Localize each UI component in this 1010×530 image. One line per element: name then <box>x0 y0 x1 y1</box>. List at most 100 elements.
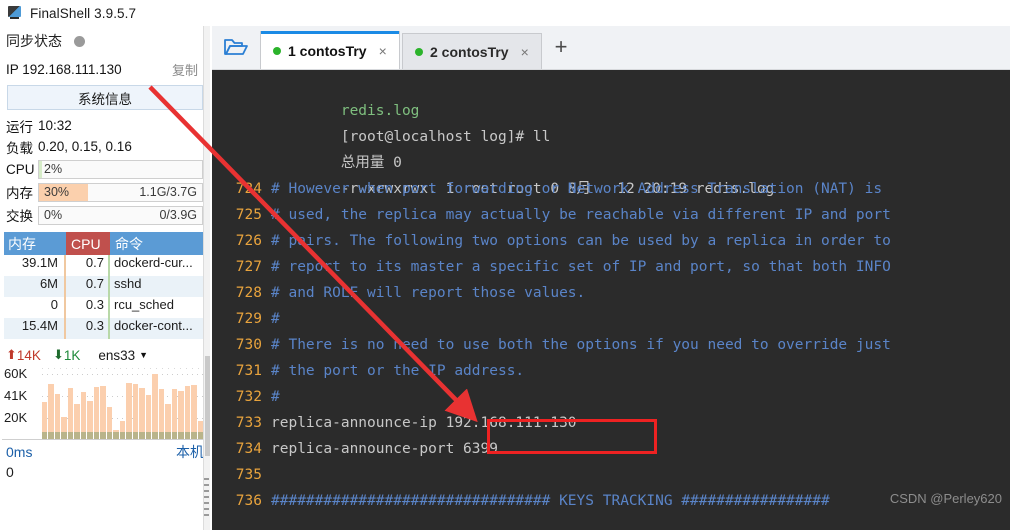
line-number: 733 <box>235 415 262 431</box>
download-arrow-icon: ⬇ <box>52 347 64 362</box>
terminal-line: 726 # pairs. The following two options ca… <box>212 228 1010 254</box>
terminal-line: 724 # However when port forwarding or Net… <box>212 176 1010 202</box>
network-bar <box>54 394 61 439</box>
copy-button[interactable]: 复制 <box>172 60 204 79</box>
close-icon[interactable]: × <box>379 43 387 59</box>
terminal-text: ################################ KEYS TR… <box>271 493 830 509</box>
column-header-cpu[interactable]: CPU <box>66 232 110 255</box>
tab-1-contostry[interactable]: 1 contosTry × <box>260 31 400 69</box>
network-bar <box>42 402 48 439</box>
terminal-line: 727 # report to its master a specific set… <box>212 254 1010 280</box>
line-number: 724 <box>235 181 262 197</box>
network-bar <box>191 385 197 439</box>
terminal-text: 总用量 0 <box>340 155 402 171</box>
cell-memory: 6M <box>4 276 66 297</box>
network-bar <box>48 383 54 439</box>
cell-command: docker-cont... <box>114 318 193 333</box>
uptime-value: 10:32 <box>38 118 72 133</box>
swap-meter-label: 交换 <box>6 209 33 224</box>
new-tab-button[interactable]: + <box>544 29 578 69</box>
terminal-output[interactable]: redis.log [root@localhost log]# ll 总用量 0… <box>212 70 1010 530</box>
load-label: 负载 <box>6 140 33 156</box>
terminal-text: [root@localhost log]# ll <box>340 129 551 145</box>
network-traffic-chart: 60K 41K 20K <box>2 366 204 440</box>
terminal-line: 725 # used, the replica may actually be r… <box>212 202 1010 228</box>
terminal-text: # pairs. The following two options can b… <box>271 233 891 249</box>
line-number: 726 <box>235 233 262 249</box>
network-bar <box>165 403 171 439</box>
cell-cpu: 0.3 <box>66 318 110 339</box>
ytick-60k: 60K <box>4 366 28 381</box>
terminal-line: 732 # <box>212 384 1010 410</box>
chevron-down-icon[interactable]: ▼ <box>139 350 148 360</box>
terminal-line: 728 # and ROLE will report those values. <box>212 280 1010 306</box>
memory-meter-detail: 1.1G/3.7G <box>139 184 197 199</box>
line-number: 728 <box>235 285 262 301</box>
terminal-text: # the port or the IP address. <box>271 363 525 379</box>
line-number: 732 <box>235 389 262 405</box>
folder-open-icon[interactable] <box>212 25 260 69</box>
network-bar <box>158 389 165 439</box>
network-bar <box>87 400 93 439</box>
download-rate: 1K <box>63 347 81 363</box>
table-row[interactable]: 0 0.3 rcu_sched <box>4 297 206 318</box>
cell-command: rcu_sched <box>114 297 174 312</box>
network-bar <box>132 384 139 439</box>
load-value: 0.20, 0.15, 0.16 <box>38 139 132 154</box>
process-table: 内存 CPU 命令 39.1M 0.7 dockerd-cur... 6M 0.… <box>4 232 206 339</box>
monitor-icon <box>8 6 23 20</box>
sidebar-scrollbar[interactable] <box>203 26 210 530</box>
table-row[interactable]: 15.4M 0.3 docker-cont... <box>4 318 206 339</box>
cpu-meter-label: CPU <box>6 161 35 177</box>
status-dot-icon <box>74 35 85 47</box>
terminal-line: 735 <box>212 462 1010 488</box>
upload-arrow-icon: ⬆ <box>6 347 17 362</box>
sidebar-scrollbar-thumb[interactable] <box>205 356 210 456</box>
network-bar <box>126 382 132 439</box>
swap-meter-percent: 0% <box>44 207 63 222</box>
terminal-line: redis.log <box>212 72 1010 119</box>
ip-address-label: IP 192.168.111.130 <box>6 61 122 77</box>
tab-bar: 1 contosTry × 2 contosTry × + <box>212 26 1010 70</box>
memory-meter-percent: 30% <box>44 184 70 199</box>
network-chart-plot <box>42 368 204 439</box>
connection-status-dot-icon <box>415 47 423 56</box>
terminal-text: # report to its master a specific set of… <box>271 259 891 275</box>
network-bar <box>67 387 74 439</box>
finalshell-window: FinalShell 3.9.5.7 同步状态 IP 192.168.111.1… <box>0 0 1010 530</box>
cpu-meter-percent: 2% <box>44 161 63 176</box>
table-row[interactable]: 39.1M 0.7 dockerd-cur... <box>4 255 206 276</box>
column-header-command[interactable]: 命令 <box>110 232 206 255</box>
terminal-text: # and ROLE will report those values. <box>271 285 586 301</box>
network-chart-yaxis: 60K 41K 20K <box>2 366 40 439</box>
line-number: 727 <box>235 259 262 275</box>
system-info-sidebar: 同步状态 IP 192.168.111.130 复制 系统信息 运行 10:32… <box>0 26 210 530</box>
latency-row: 0ms 本机 <box>0 440 210 464</box>
terminal-text: # There is no need to use both the optio… <box>271 337 891 353</box>
tab-2-contostry[interactable]: 2 contosTry × <box>402 33 542 69</box>
network-interface-label[interactable]: ens33 <box>98 348 135 363</box>
cell-memory: 39.1M <box>4 255 66 276</box>
cell-cpu: 0.7 <box>66 276 110 297</box>
cell-memory: 15.4M <box>4 318 66 339</box>
sync-status-row: 同步状态 <box>0 26 210 56</box>
close-icon[interactable]: × <box>521 44 529 60</box>
highlight-box <box>487 419 657 454</box>
network-bar <box>113 429 119 439</box>
swap-meter-row: 交换 0% 0/3.9G <box>0 204 210 226</box>
network-bar <box>100 386 106 439</box>
system-info-button[interactable]: 系统信息 <box>7 85 203 110</box>
network-bar <box>145 394 152 439</box>
title-bar: FinalShell 3.9.5.7 <box>0 0 1010 26</box>
tab-label: 1 contosTry <box>288 42 367 59</box>
column-header-memory[interactable]: 内存 <box>4 232 66 255</box>
terminal-line: 730 # There is no need to use both the op… <box>212 332 1010 358</box>
latency-value: 0ms <box>6 444 33 460</box>
sidebar-resize-handle[interactable] <box>204 478 209 518</box>
upload-rate: 14K <box>16 347 41 363</box>
terminal-text: # used, the replica may actually be reac… <box>271 207 891 223</box>
table-row[interactable]: 6M 0.7 sshd <box>4 276 206 297</box>
sync-status-label: 同步状态 <box>6 33 62 49</box>
network-bar <box>171 389 178 439</box>
latency-host[interactable]: 本机 <box>176 442 204 462</box>
